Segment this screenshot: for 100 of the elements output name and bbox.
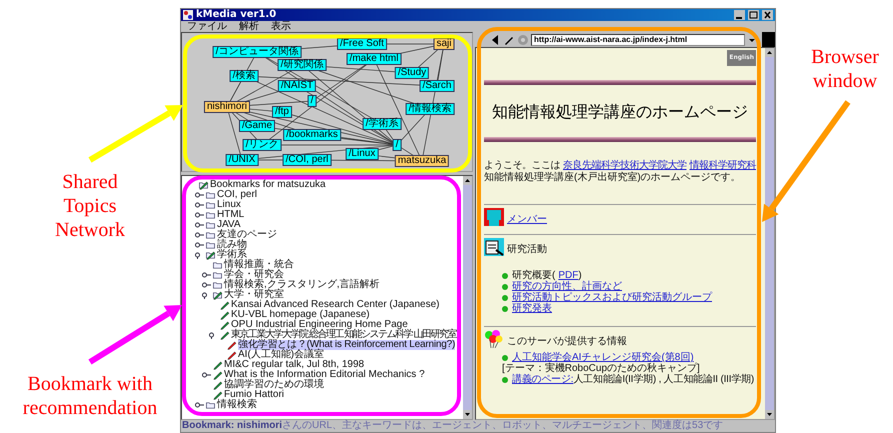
topic-node[interactable]: /UNIX — [226, 154, 258, 166]
topic-node[interactable]: /コンピュータ関係 — [212, 46, 302, 58]
tree-item[interactable]: OPU Industrial Engineering Home Page — [231, 320, 408, 330]
tree-item[interactable]: 強化学習とは？(What is Reinforcement Learning?) — [238, 340, 456, 350]
scroll-down-icon[interactable] — [463, 410, 472, 419]
annotation-label: Browser window — [810, 45, 880, 93]
topic-node[interactable]: /Sarch — [420, 80, 454, 92]
topic-node[interactable]: / — [392, 139, 402, 151]
section-heading: 研究活動 — [507, 244, 547, 256]
topic-node[interactable]: /make html — [346, 53, 402, 65]
link[interactable]: 研究発表 — [512, 303, 552, 314]
expand-handle[interactable] — [202, 282, 211, 288]
tree-item[interactable]: 協調学習のための環境 — [224, 380, 324, 390]
menu-item[interactable]: ファイル — [187, 21, 227, 32]
link[interactable]: 人工知能学会AIチャレンジ研究会(第8回) — [512, 352, 694, 363]
folder-icon — [212, 270, 223, 280]
topic-node[interactable]: /Linux — [346, 148, 378, 160]
expand-handle[interactable] — [195, 232, 204, 238]
bookmark-icon — [219, 330, 230, 340]
tree-item[interactable]: 学会・研究会 — [224, 270, 284, 280]
status-indicator — [762, 32, 775, 47]
bullet-icon — [502, 284, 508, 290]
expand-handle[interactable] — [195, 202, 204, 208]
menu-item[interactable]: 表示 — [271, 21, 291, 32]
annotation-label: Bookmark with recommendation — [22, 372, 158, 420]
marked-folder-icon — [205, 250, 216, 260]
tree-item[interactable]: 東京工業大学大学院 総合理工 知能システム科学 山田研究室 — [231, 330, 456, 340]
folder-icon — [212, 280, 223, 290]
section-link[interactable]: メンバー — [507, 214, 547, 226]
tree-item[interactable]: What is the Information Editorial Mechanics ? — [224, 370, 425, 380]
link[interactable]: 奈良先端科学技術大学院大学 — [563, 160, 686, 171]
url-field[interactable]: http://ai-www.aist-nara.ac.jp/index-j.html — [531, 34, 745, 46]
app-icon — [183, 10, 193, 20]
tree-item[interactable]: MI&C regular talk, Jul 8th, 1998 — [224, 360, 364, 370]
link[interactable]: PDF — [558, 270, 578, 281]
tree-item[interactable]: Fumio Hattori — [224, 390, 284, 400]
bookmark-icon — [212, 360, 223, 370]
expand-handle[interactable] — [195, 222, 204, 228]
bullet-icon — [502, 306, 508, 312]
tree-item[interactable]: Bookmarks for matsuzuka — [210, 180, 326, 190]
scroll-up-icon[interactable] — [765, 48, 774, 57]
tree-item[interactable]: Kansai Advanced Research Center (Japanese) — [231, 300, 440, 310]
annotation-label: Shared Topics Network — [54, 170, 126, 242]
scroll-up-icon[interactable] — [463, 176, 472, 185]
tree-item[interactable]: Linux — [217, 200, 241, 210]
topic-node[interactable]: /COI, perl — [282, 154, 332, 166]
topic-node[interactable]: /NAIST — [278, 80, 316, 92]
intro-text: ようこそ。ここは 奈良先端科学技術大学院大学 情報科学研究科 — [484, 160, 756, 172]
topic-node[interactable]: / — [308, 95, 316, 107]
bullet-text: 講義のページ:人工知能論I(II学期) , 人工知能論II (III学期) — [512, 374, 754, 385]
tree-item[interactable]: JAVA — [217, 220, 241, 230]
bullet-text: 研究概要( PDF) — [512, 270, 582, 281]
link[interactable]: 研究活動トピックスおよび研究活動グループ — [512, 292, 712, 303]
scroll-down-icon[interactable] — [765, 410, 774, 419]
maximize-icon[interactable] — [748, 10, 759, 20]
tree-item[interactable]: COI, perl — [217, 190, 258, 200]
minimize-icon[interactable] — [734, 10, 745, 20]
expand-handle[interactable] — [202, 372, 211, 378]
link[interactable]: 研究の方向性、計画など — [512, 281, 622, 292]
tree-item[interactable]: 情報検索 — [217, 400, 257, 410]
topic-node[interactable]: /リンク — [242, 139, 282, 151]
tree-item[interactable]: 情報検索,クラスタリング,言語解析 — [224, 280, 380, 290]
tree-item[interactable]: AI(人工知能)会議室 — [238, 350, 324, 360]
tree-item[interactable]: 情報推薦・統合 — [224, 260, 294, 270]
expand-handle[interactable] — [195, 402, 204, 408]
marked-folder-icon — [198, 180, 209, 190]
topic-node[interactable]: /Game — [239, 120, 275, 132]
link[interactable]: 講義のページ: — [512, 374, 574, 385]
topic-node[interactable]: /ftp — [272, 106, 292, 118]
topic-node[interactable]: /研究関係 — [278, 59, 326, 71]
topic-node[interactable]: /検索 — [230, 70, 258, 82]
link[interactable]: 情報科学研究科 — [690, 160, 756, 171]
topic-node[interactable]: /学術系 — [362, 118, 402, 130]
close-icon[interactable] — [762, 10, 773, 20]
topic-node[interactable]: /Study — [394, 67, 430, 79]
user-node[interactable]: nishimori — [204, 101, 250, 113]
topic-node[interactable]: /情報検索 — [406, 103, 454, 115]
tree-item[interactable]: 友達のページ — [217, 230, 277, 240]
folder-icon — [212, 260, 223, 270]
tree-item[interactable]: HTML — [217, 210, 244, 220]
bookmark-icon — [219, 320, 230, 330]
topic-node[interactable]: /Free Soft — [337, 38, 387, 50]
intro-text: 知能情報処理学講座(木戸出研究室)のホームページです。 — [484, 172, 741, 184]
tree-item[interactable]: 読み物 — [217, 240, 247, 250]
bullet-icon — [502, 294, 508, 300]
expand-handle[interactable] — [195, 212, 204, 218]
user-node[interactable]: saji — [434, 38, 454, 50]
tree-item[interactable]: 学術系 — [217, 250, 247, 260]
expand-handle[interactable] — [195, 242, 204, 248]
tree-item[interactable]: KU-VBL homepage (Japanese) — [231, 310, 370, 320]
topic-node[interactable]: /bookmarks — [283, 129, 341, 141]
user-node[interactable]: matsuzuka — [394, 155, 450, 167]
scrollbar[interactable] — [765, 48, 774, 419]
expand-handle[interactable] — [195, 192, 204, 198]
scrollbar[interactable] — [463, 176, 472, 419]
bookmark-icon — [212, 380, 223, 390]
menu-item[interactable]: 解析 — [239, 21, 259, 32]
tree-item[interactable]: 大学・研究室 — [224, 290, 284, 300]
balloons-icon — [484, 330, 504, 348]
expand-handle[interactable] — [202, 272, 211, 278]
